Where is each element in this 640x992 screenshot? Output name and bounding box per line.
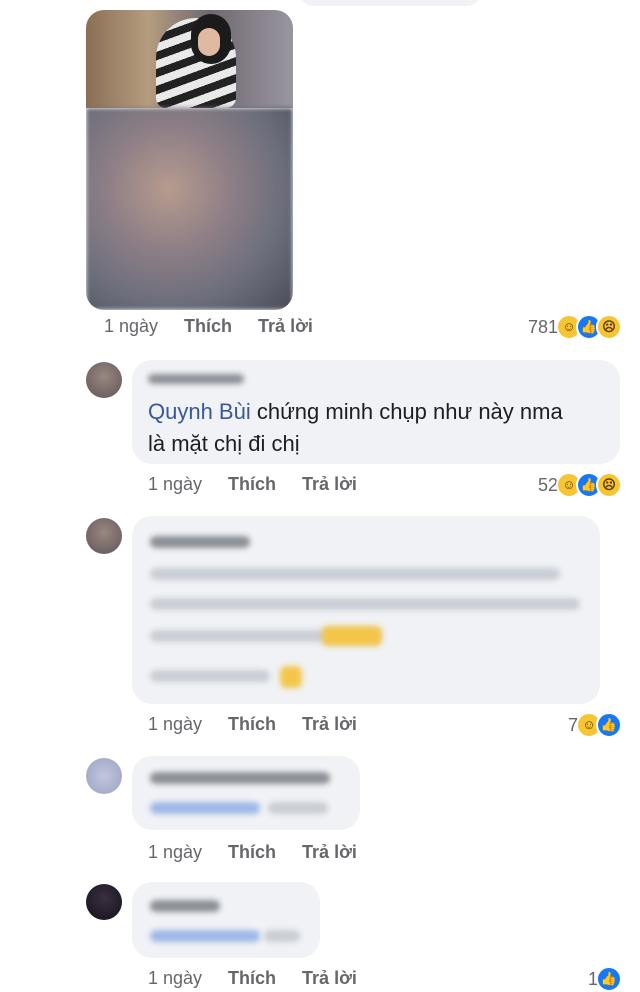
sad-icon: ☹ (596, 314, 622, 340)
blurred-text (150, 598, 580, 610)
avatar[interactable] (86, 362, 122, 398)
comment-meta: 1 ngày Thích Trả lời (148, 842, 357, 863)
blurred-mention (150, 802, 260, 814)
sad-icon: ☹ (596, 472, 622, 498)
reply-action[interactable]: Trả lời (302, 968, 357, 989)
avatar[interactable] (86, 884, 122, 920)
comment-bubble (132, 756, 360, 830)
comment-meta: 1 ngày Thích Trả lời (148, 968, 357, 989)
blurred-author-name (150, 900, 220, 912)
like-action[interactable]: Thích (228, 714, 276, 735)
like-action[interactable]: Thích (228, 842, 276, 863)
blurred-emoji (322, 626, 382, 646)
previous-comment-bubble (300, 0, 480, 6)
blurred-mention (150, 930, 260, 942)
comment-bubble (132, 882, 320, 958)
comment-meta: 1 ngày Thích Trả lời (104, 316, 313, 337)
comment-bubble (132, 516, 600, 704)
blurred-author-name (150, 772, 330, 784)
photo-visible-part (86, 10, 293, 108)
comment-time[interactable]: 1 ngày (148, 842, 202, 863)
reply-action[interactable]: Trả lời (302, 842, 357, 863)
reply-action[interactable]: Trả lời (302, 714, 357, 735)
avatar[interactable] (86, 758, 122, 794)
blurred-text (150, 568, 560, 580)
photo-blurred-part (86, 108, 293, 310)
reaction-summary[interactable]: 52 ☺ 👍 ☹ (538, 472, 622, 498)
reaction-summary[interactable]: 7 ☺ 👍 (568, 712, 622, 738)
comment-time[interactable]: 1 ngày (148, 474, 202, 495)
like-action[interactable]: Thích (228, 474, 276, 495)
comment-meta: 1 ngày Thích Trả lời (148, 474, 357, 495)
blurred-author-name (150, 536, 250, 548)
reaction-summary[interactable]: 781 ☺ 👍 ☹ (528, 314, 622, 340)
blurred-text (268, 802, 328, 814)
like-icon: 👍 (596, 712, 622, 738)
comment-time[interactable]: 1 ngày (148, 714, 202, 735)
blurred-text (264, 930, 300, 942)
person-face (198, 28, 220, 56)
mention-link[interactable]: Quynh Bùi (148, 399, 251, 424)
reply-action[interactable]: Trả lời (302, 474, 357, 495)
avatar[interactable] (86, 518, 122, 554)
blurred-text (150, 670, 270, 682)
comment-text: Quynh Bùi chứng minh chụp như này nma là… (148, 399, 563, 456)
comment-bubble: Quynh Bùi chứng minh chụp như này nma là… (132, 360, 620, 464)
comment-time[interactable]: 1 ngày (104, 316, 158, 337)
reaction-count: 781 (527, 316, 558, 337)
comment-time[interactable]: 1 ngày (148, 968, 202, 989)
blurred-author-name (148, 374, 244, 384)
reply-action[interactable]: Trả lời (258, 316, 313, 337)
like-action[interactable]: Thích (228, 968, 276, 989)
like-action[interactable]: Thích (184, 316, 232, 337)
reaction-summary[interactable]: 1 👍 (588, 966, 622, 992)
comment-photo[interactable] (86, 10, 293, 310)
blurred-emoji (280, 666, 302, 688)
like-icon: 👍 (596, 966, 622, 992)
reaction-count: 52 (537, 474, 558, 495)
comment-meta: 1 ngày Thích Trả lời (148, 714, 357, 735)
